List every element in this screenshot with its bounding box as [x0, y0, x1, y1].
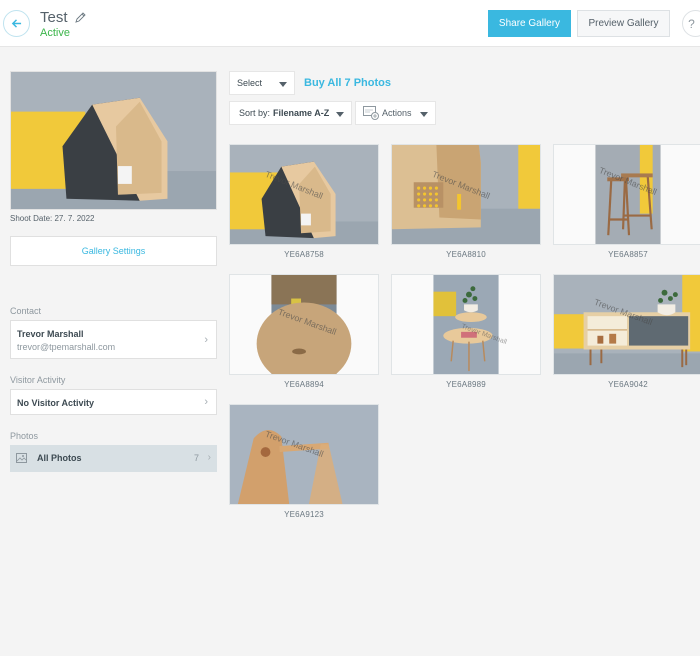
shoot-date: Shoot Date: 27. 7. 2022: [10, 214, 95, 223]
chevron-right-icon: ›: [204, 396, 208, 408]
photo-image: Trevor Marshall: [230, 275, 378, 374]
chevron-right-icon: ›: [204, 333, 208, 346]
photo-filename: YE6A8758: [284, 250, 324, 259]
photo-thumbnail[interactable]: Trevor Marshall: [229, 144, 379, 245]
sort-dropdown[interactable]: Sort by: Filename A-Z: [229, 101, 352, 125]
visitor-activity-card[interactable]: No Visitor Activity ›: [10, 389, 217, 415]
photo-thumbnail[interactable]: Trevor Marshall: [553, 274, 700, 375]
contact-section-label: Contact: [10, 306, 42, 316]
cover-image: [11, 72, 216, 209]
sort-prefix: Sort by:: [239, 108, 271, 118]
share-gallery-button[interactable]: Share Gallery: [488, 10, 571, 37]
help-button[interactable]: ?: [682, 10, 700, 37]
photo-filename: YE6A8857: [608, 250, 648, 259]
image-icon: [16, 453, 27, 463]
photo-tile[interactable]: Trevor Marshall YE6A9042: [553, 274, 700, 389]
select-dropdown-label: Select: [237, 78, 263, 88]
photo-filename: YE6A9042: [608, 380, 648, 389]
photo-filename: YE6A8989: [446, 380, 486, 389]
select-dropdown[interactable]: Select: [229, 71, 295, 95]
image-add-icon: [363, 106, 379, 120]
arrow-left-icon: [11, 19, 22, 28]
photo-image: Trevor Marshall: [392, 275, 540, 374]
preview-gallery-button[interactable]: Preview Gallery: [577, 10, 670, 37]
buy-all-photos-link[interactable]: Buy All 7 Photos: [304, 77, 391, 89]
photo-thumbnail[interactable]: Trevor Marshall: [229, 274, 379, 375]
photo-filename: YE6A8810: [446, 250, 486, 259]
photo-tile[interactable]: Trevor Marshall YE6A8758: [229, 144, 379, 259]
all-photos-item[interactable]: All Photos 7 ›: [10, 445, 217, 472]
photo-filename: YE6A9123: [284, 510, 324, 519]
photo-tile[interactable]: Trevor Marshall YE6A8989: [391, 274, 541, 389]
caret-down-icon: [279, 82, 287, 87]
caret-down-icon: [420, 112, 428, 117]
photo-thumbnail[interactable]: Trevor Marshall: [391, 144, 541, 245]
gallery-settings-button[interactable]: Gallery Settings: [10, 236, 217, 266]
photo-image: Trevor Marshall: [392, 145, 540, 244]
all-photos-count: 7: [193, 453, 199, 463]
photo-thumbnail[interactable]: Trevor Marshall: [229, 404, 379, 505]
photo-tile[interactable]: Trevor Marshall YE6A8894: [229, 274, 379, 389]
visitor-activity-section-label: Visitor Activity: [10, 375, 66, 385]
gallery-title-text: Test: [40, 9, 68, 26]
photo-image: Trevor Marshall: [554, 275, 700, 374]
photo-thumbnail[interactable]: Trevor Marshall: [553, 144, 700, 245]
actions-dropdown[interactable]: Actions: [355, 101, 436, 125]
visitor-activity-text: No Visitor Activity: [17, 398, 95, 408]
pencil-icon[interactable]: [74, 11, 86, 24]
all-photos-label: All Photos: [37, 453, 82, 463]
photo-tile[interactable]: Trevor Marshall YE6A9123: [229, 404, 379, 519]
photo-image: Trevor Marshall: [230, 405, 378, 504]
cover-photo: [10, 71, 217, 210]
chevron-right-icon: ›: [207, 452, 211, 463]
sort-value: Filename A-Z: [273, 108, 330, 118]
contact-card[interactable]: Trevor Marshall trevor@tpemarshall.com ›: [10, 320, 217, 359]
contact-name: Trevor Marshall: [17, 329, 84, 339]
header: Test Active Share Gallery Preview Galler…: [0, 0, 700, 47]
photo-image: Trevor Marshall: [554, 145, 700, 244]
photos-section-label: Photos: [10, 431, 39, 441]
photo-filename: YE6A8894: [284, 380, 324, 389]
gallery-title: Test: [40, 9, 86, 26]
actions-label: Actions: [382, 108, 412, 118]
photo-thumbnail[interactable]: Trevor Marshall: [391, 274, 541, 375]
photo-tile[interactable]: Trevor Marshall YE6A8857: [553, 144, 700, 259]
photo-image: Trevor Marshall: [230, 145, 378, 244]
gallery-status: Active: [40, 27, 70, 39]
photo-tile[interactable]: Trevor Marshall YE6A8810: [391, 144, 541, 259]
caret-down-icon: [336, 112, 344, 117]
contact-email: trevor@tpemarshall.com: [17, 342, 116, 352]
back-button[interactable]: [3, 10, 30, 37]
